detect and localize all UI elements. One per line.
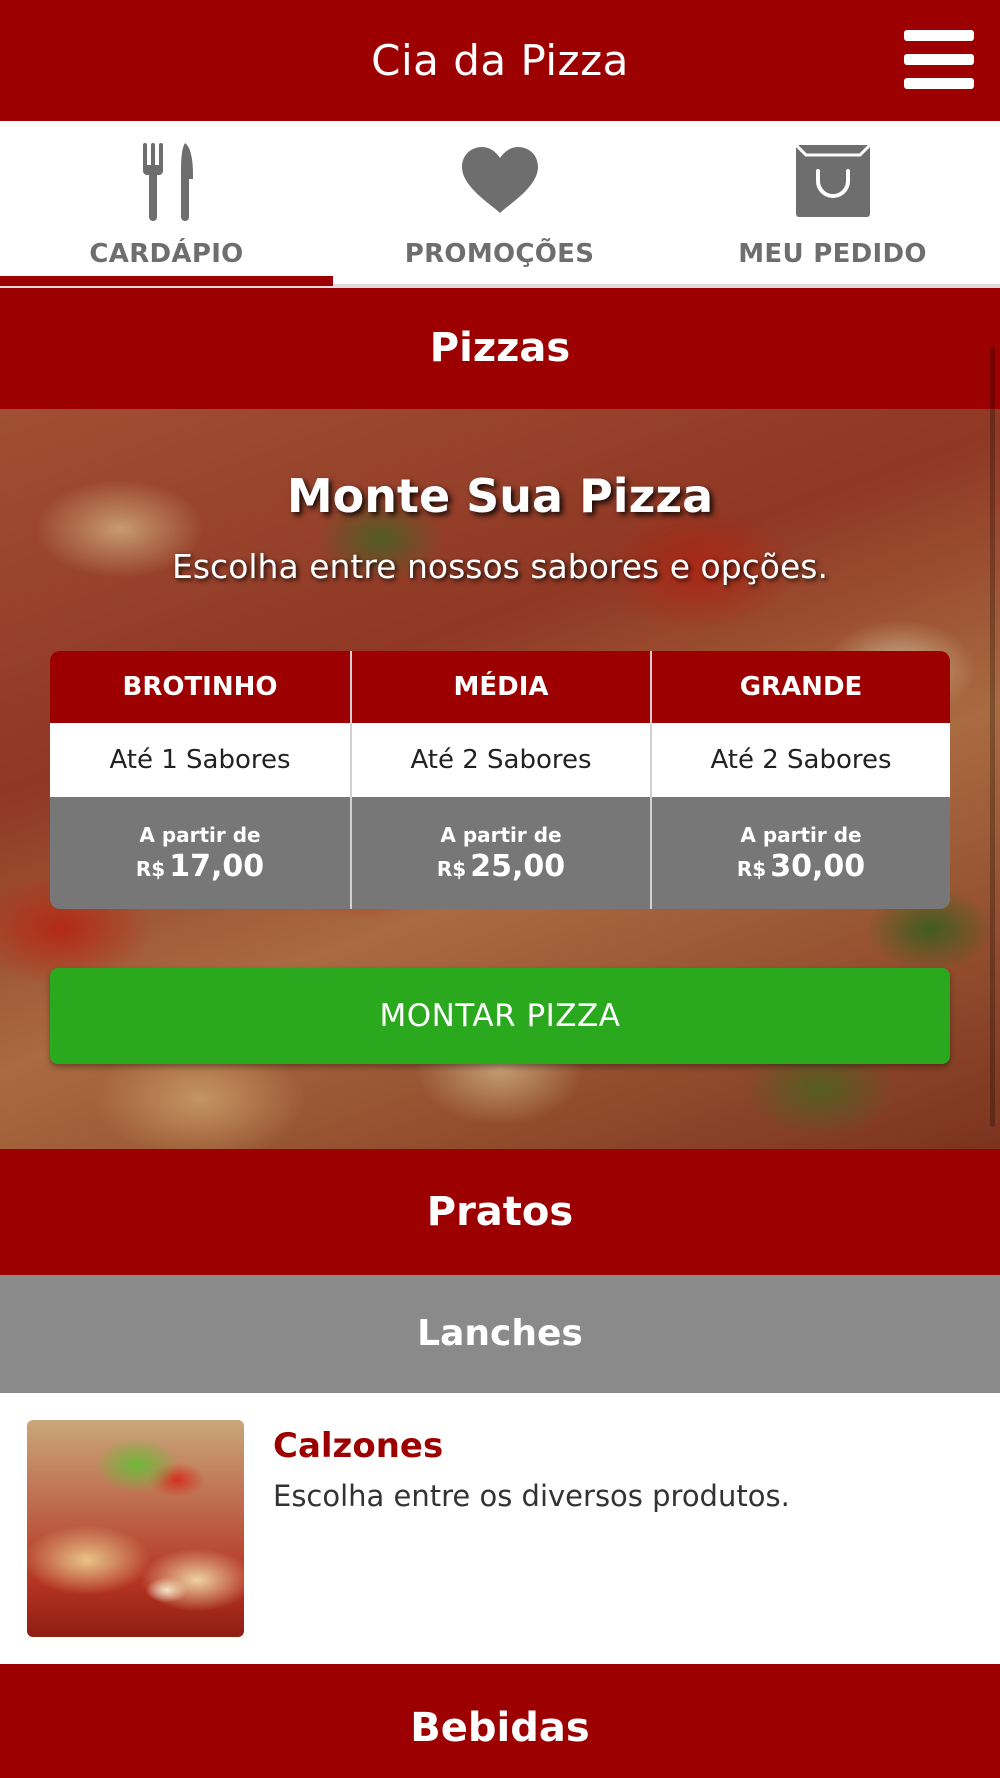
tab-label: PROMOÇÕES bbox=[404, 239, 595, 269]
price-from-label: A partir de bbox=[740, 823, 862, 847]
price-amount: R$ 25,00 bbox=[352, 847, 650, 889]
section-pratos[interactable]: Pratos bbox=[0, 1149, 1000, 1275]
price-value: 17,00 bbox=[169, 849, 265, 884]
tab-bar: CARDÁPIO PROMOÇÕES MEU PEDIDO bbox=[0, 121, 1000, 288]
cutlery-icon bbox=[142, 143, 193, 221]
currency-symbol: R$ bbox=[436, 857, 467, 881]
currency-symbol: R$ bbox=[736, 857, 767, 881]
size-price: A partir de R$ 25,00 bbox=[352, 797, 650, 909]
size-price: A partir de R$ 30,00 bbox=[652, 797, 950, 909]
size-option-brotinho[interactable]: BROTINHO Até 1 Sabores A partir de R$ 17,… bbox=[50, 651, 350, 909]
size-flavors: Até 2 Sabores bbox=[352, 723, 650, 797]
tab-promocoes[interactable]: PROMOÇÕES bbox=[333, 121, 666, 284]
tab-label: CARDÁPIO bbox=[89, 239, 244, 269]
scrollbar[interactable] bbox=[990, 347, 995, 1127]
price-from-label: A partir de bbox=[440, 823, 562, 847]
tab-cardapio[interactable]: CARDÁPIO bbox=[0, 121, 333, 284]
currency-symbol: R$ bbox=[135, 857, 166, 881]
size-option-grande[interactable]: GRANDE Até 2 Sabores A partir de R$ 30,00 bbox=[650, 651, 950, 909]
app-header: Cia da Pizza bbox=[0, 0, 1000, 121]
hero-title: Monte Sua Pizza bbox=[286, 469, 714, 523]
pizza-size-table: BROTINHO Até 1 Sabores A partir de R$ 17,… bbox=[50, 651, 950, 909]
size-flavors: Até 1 Sabores bbox=[50, 723, 350, 797]
hamburger-menu-icon[interactable] bbox=[900, 28, 976, 92]
app-title: Cia da Pizza bbox=[371, 36, 629, 85]
product-name: Calzones bbox=[273, 1426, 444, 1466]
shopping-bag-icon bbox=[795, 145, 870, 217]
size-name: BROTINHO bbox=[50, 651, 350, 723]
section-pizzas[interactable]: Pizzas bbox=[0, 288, 1000, 409]
size-price: A partir de R$ 17,00 bbox=[50, 797, 350, 909]
hero-subtitle: Escolha entre nossos sabores e opções. bbox=[172, 547, 828, 586]
price-value: 25,00 bbox=[470, 849, 566, 884]
price-from-label: A partir de bbox=[139, 823, 261, 847]
size-name: GRANDE bbox=[652, 651, 950, 723]
product-description: Escolha entre os diversos produtos. bbox=[273, 1479, 790, 1513]
price-amount: R$ 30,00 bbox=[652, 847, 950, 889]
active-tab-indicator bbox=[0, 276, 333, 286]
section-lanches[interactable]: Lanches bbox=[0, 1275, 1000, 1393]
size-flavors: Até 2 Sabores bbox=[652, 723, 950, 797]
tab-meu-pedido[interactable]: MEU PEDIDO bbox=[666, 121, 999, 284]
tab-label: MEU PEDIDO bbox=[738, 239, 927, 269]
price-amount: R$ 17,00 bbox=[50, 847, 350, 889]
heart-icon bbox=[461, 147, 538, 213]
calzone-image bbox=[27, 1420, 244, 1637]
price-value: 30,00 bbox=[770, 849, 866, 884]
size-option-media[interactable]: MÉDIA Até 2 Sabores A partir de R$ 25,00 bbox=[350, 651, 650, 909]
list-item-calzones[interactable]: Calzones Escolha entre os diversos produ… bbox=[0, 1393, 1000, 1664]
build-pizza-hero: Monte Sua Pizza Escolha entre nossos sab… bbox=[0, 409, 1000, 1149]
size-name: MÉDIA bbox=[352, 651, 650, 723]
build-pizza-button[interactable]: MONTAR PIZZA bbox=[50, 968, 950, 1064]
section-bebidas[interactable]: Bebidas bbox=[0, 1664, 1000, 1778]
